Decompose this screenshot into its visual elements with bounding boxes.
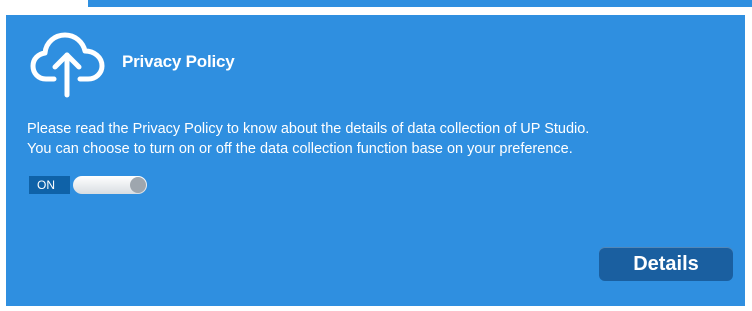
top-bar (88, 0, 752, 7)
toggle-knob[interactable] (130, 177, 146, 193)
toggle-state-label: ON (29, 176, 70, 194)
dialog-title: Privacy Policy (122, 52, 235, 71)
description-line: You can choose to turn on or off the dat… (27, 141, 573, 157)
description-line: Please read the Privacy Policy to know a… (27, 121, 590, 137)
description: Please read the Privacy Policy to know a… (27, 119, 727, 159)
privacy-policy-panel: Privacy Policy Please read the Privacy P… (6, 15, 745, 306)
cloud-upload-icon (30, 32, 105, 98)
details-button[interactable]: Details (599, 247, 733, 281)
toggle-track[interactable] (73, 176, 147, 194)
data-collection-toggle[interactable]: ON (29, 176, 147, 194)
